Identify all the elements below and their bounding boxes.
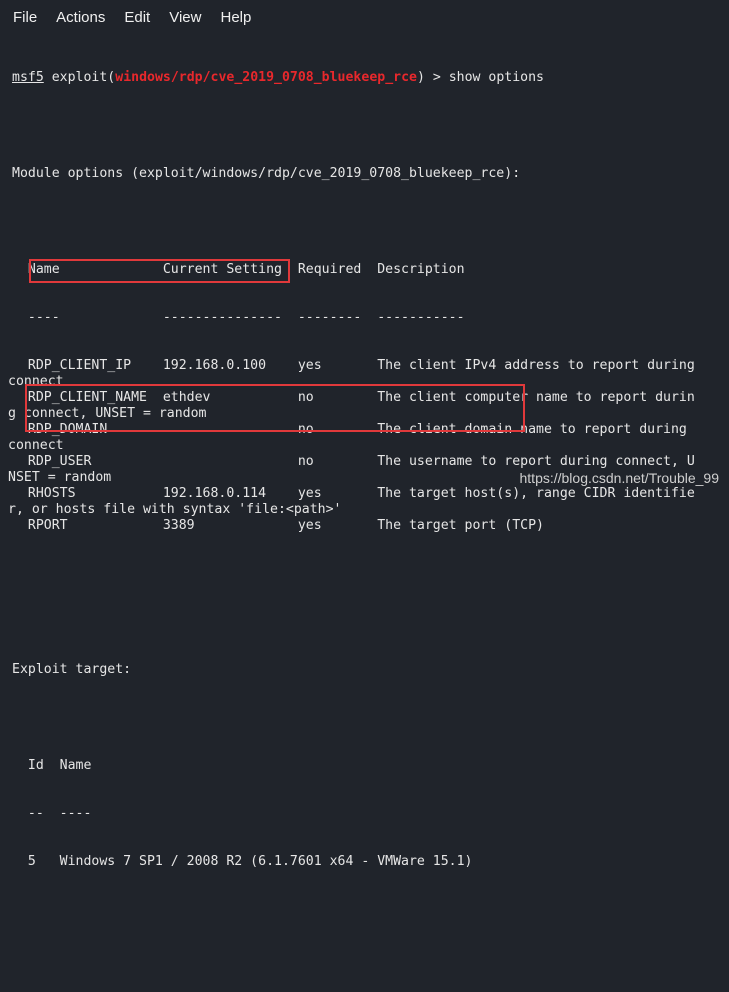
exploit-target-highlight-box bbox=[25, 384, 525, 432]
menu-view[interactable]: View bbox=[169, 9, 201, 26]
rhosts-highlight-box bbox=[29, 259, 290, 283]
option-row-rhosts: RHOSTS 192.168.0.114 yes The target host… bbox=[12, 486, 695, 501]
menu-bar: File Actions Edit View Help bbox=[0, 0, 729, 34]
command-line: msf5 exploit(windows/rdp/cve_2019_0708_b… bbox=[12, 70, 544, 85]
prompt-module: windows/rdp/cve_2019_0708_bluekeep_rce bbox=[115, 70, 417, 85]
option-row-rdp-client-ip: RDP_CLIENT_IP 192.168.0.100 yes The clie… bbox=[12, 358, 695, 373]
option-row-wrap: r, or hosts file with syntax 'file:<path… bbox=[8, 502, 342, 517]
option-row-rport: RPORT 3389 yes The target port (TCP) bbox=[12, 518, 544, 533]
module-options-header: Module options (exploit/windows/rdp/cve_… bbox=[12, 166, 521, 181]
options-table-separator: ---- --------------- -------- ----------… bbox=[12, 310, 465, 325]
terminal-output[interactable]: msf5 exploit(windows/rdp/cve_2019_0708_b… bbox=[8, 38, 695, 992]
menu-help[interactable]: Help bbox=[220, 9, 251, 26]
target-table-body: 5 Windows 7 SP1 / 2008 R2 (6.1.7601 x64 … bbox=[12, 854, 695, 870]
target-table-header: Id Name bbox=[12, 758, 92, 773]
option-row-wrap: connect bbox=[8, 438, 64, 453]
watermark: https://blog.csdn.net/Trouble_99 bbox=[519, 470, 720, 486]
target-table-separator: -- ---- bbox=[12, 806, 92, 821]
exploit-target-header: Exploit target: bbox=[12, 662, 132, 677]
menu-file[interactable]: File bbox=[13, 9, 37, 26]
menu-edit[interactable]: Edit bbox=[124, 9, 150, 26]
option-row-rdp-user: RDP_USER no The username to report durin… bbox=[12, 454, 695, 469]
prompt-name: msf5 bbox=[12, 70, 44, 85]
command-text: show options bbox=[440, 70, 544, 85]
menu-actions[interactable]: Actions bbox=[56, 9, 105, 26]
target-row: 5 Windows 7 SP1 / 2008 R2 (6.1.7601 x64 … bbox=[12, 854, 473, 869]
